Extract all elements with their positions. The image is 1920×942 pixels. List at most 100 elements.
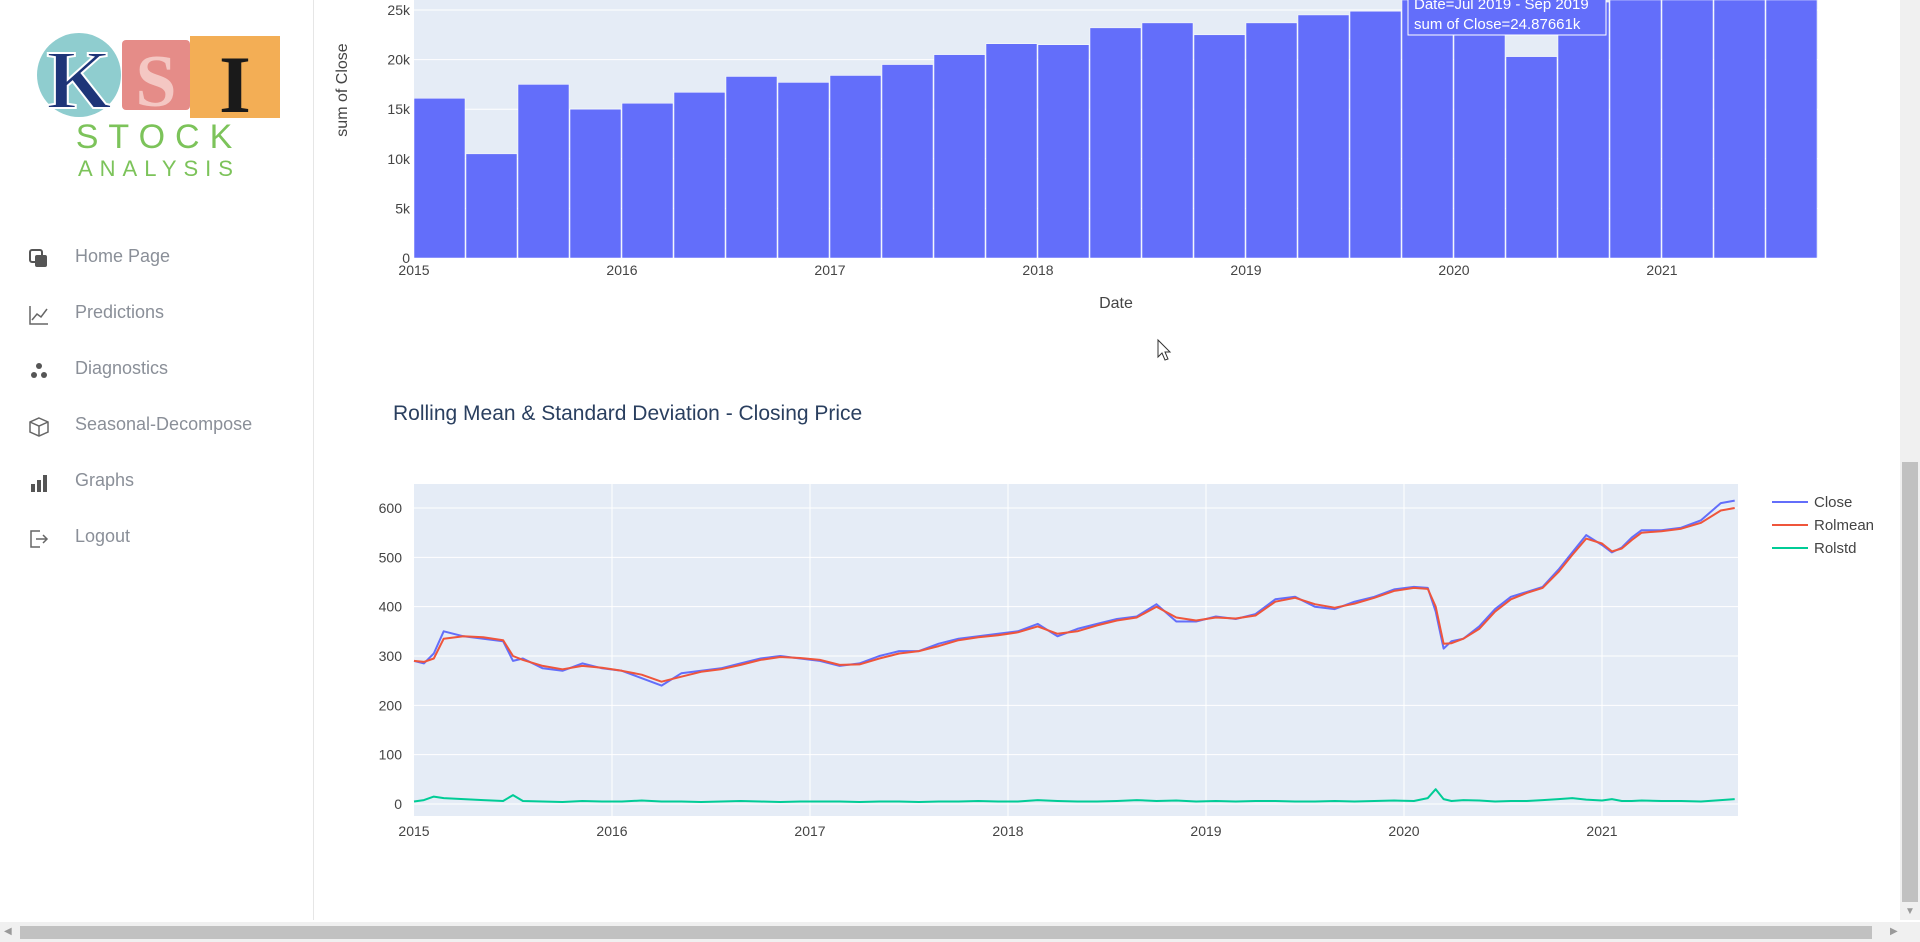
horizontal-scrollbar-thumb[interactable] [20, 926, 1872, 939]
legend-label: Rolmean [1814, 517, 1874, 534]
bar [517, 84, 570, 259]
line-y-tick-label: 200 [379, 697, 403, 713]
sidebar-item-graphs[interactable]: Graphs [0, 458, 313, 502]
legend[interactable]: Close Rolmean Rolstd [1772, 494, 1874, 557]
line-y-tick-label: 600 [379, 500, 403, 516]
sidebar-item-home-page[interactable]: Home Page [0, 234, 313, 278]
logout-icon [30, 530, 49, 548]
diagram-icon [31, 363, 47, 378]
bar [1037, 44, 1090, 259]
bar-chart[interactable]: 05k10k15k20k25k 2015 2016 2017 2018 2019 2020… [334, 0, 1818, 312]
bar [1401, 0, 1454, 259]
line-y-tick-label: 0 [394, 796, 402, 812]
line-y-axis: 0 100 200 300 400 500 600 [379, 500, 403, 812]
bar [1193, 34, 1246, 259]
bar-y-tick-label: 15k [387, 101, 411, 117]
bar [1453, 0, 1506, 259]
vertical-scrollbar-thumb[interactable] [1902, 462, 1918, 902]
bar [1765, 0, 1818, 259]
cube-icon [29, 417, 49, 437]
ksi-logo: K S I STOCK ANALYSIS [37, 33, 280, 181]
sidebar-item-predictions[interactable]: Predictions [0, 290, 313, 334]
bar-y-axis-title: sum of Close [334, 43, 351, 136]
line-y-tick-label: 400 [379, 599, 403, 615]
bar-x-tick-label: 2015 [398, 262, 429, 278]
logo-letter-s: S [135, 41, 176, 123]
sidebar-item-label: Graphs [75, 470, 135, 490]
sidebar: K S I STOCK ANALYSIS Home Page Predictio… [0, 0, 314, 920]
bar [1713, 0, 1766, 259]
bar-y-tick-label: 10k [387, 151, 411, 167]
line-chart-icon [29, 306, 48, 325]
bar [673, 92, 726, 259]
bar-x-tick-label: 2020 [1438, 262, 1469, 278]
line-x-tick-label: 2018 [992, 823, 1023, 839]
line-x-tick-label: 2015 [398, 823, 429, 839]
sidebar-item-diagnostics[interactable]: Diagnostics [0, 346, 313, 390]
bar-y-tick-label: 25k [387, 2, 411, 18]
bar-y-tick-label: 20k [387, 52, 411, 68]
line-plot-area[interactable] [414, 484, 1738, 816]
scroll-left-arrow-icon[interactable]: ◀ [4, 926, 12, 937]
bar [1141, 22, 1194, 259]
line-y-tick-label: 500 [379, 549, 403, 565]
main-content: 0 5k 10k 15k 20k 25k 2015 2016 2017 2018 2019 2020… [314, 0, 1900, 920]
bar-y-axis: 05k10k15k20k25k [387, 2, 411, 266]
bar [1609, 0, 1662, 259]
sidebar-item-label: Diagnostics [75, 358, 169, 378]
bar [1349, 10, 1402, 259]
line-x-tick-label: 2021 [1586, 823, 1617, 839]
sidebar-item-logout[interactable]: Logout [0, 514, 313, 558]
bar [413, 98, 466, 259]
logo-letter-k: K [46, 34, 111, 127]
line-chart[interactable]: Rolling Mean & Standard Deviation - Clos… [379, 402, 1874, 839]
sidebar-item-label: Home Page [75, 246, 171, 266]
bar [1505, 56, 1558, 259]
logo-letter-i: I [219, 39, 251, 130]
bar-y-tick-label: 5k [395, 200, 411, 216]
bar-x-axis: 2015 2016 2017 2018 2019 2020 2021 [398, 262, 1677, 278]
logo-line-analysis: ANALYSIS [78, 156, 240, 181]
line-x-tick-label: 2016 [596, 823, 627, 839]
scroll-right-arrow-icon[interactable]: ▶ [1890, 926, 1898, 937]
bar [465, 153, 518, 259]
sidebar-item-label: Predictions [75, 302, 165, 322]
bar [1089, 27, 1142, 259]
line-chart-title: Rolling Mean & Standard Deviation - Clos… [393, 402, 862, 425]
scroll-down-arrow-icon[interactable]: ▼ [1905, 906, 1915, 917]
bar [1557, 1, 1610, 259]
logo-line-stock: STOCK [76, 118, 243, 156]
tooltip-line-2: sum of Close=24.87661k [1414, 16, 1581, 33]
bar [1297, 14, 1350, 259]
line-x-tick-label: 2020 [1388, 823, 1419, 839]
bar [933, 54, 986, 259]
tooltip-line-1: Date=Jul 2019 - Sep 2019 [1414, 0, 1589, 13]
legend-label: Rolstd [1814, 540, 1857, 557]
line-y-tick-label: 100 [379, 747, 403, 763]
bar-x-tick-label: 2018 [1022, 262, 1053, 278]
hover-tooltip: Date=Jul 2019 - Sep 2019 sum of Close=24… [1407, 0, 1607, 36]
bar [1661, 0, 1714, 259]
bar [829, 75, 882, 259]
bar-chart-icon [31, 475, 47, 492]
bar [985, 43, 1038, 259]
bar [569, 108, 622, 259]
line-x-tick-label: 2019 [1190, 823, 1221, 839]
bar-x-tick-label: 2016 [606, 262, 637, 278]
bar [777, 82, 830, 259]
sidebar-item-seasonal-decompose[interactable]: Seasonal-Decompose [0, 402, 313, 446]
bar-x-tick-label: 2021 [1646, 262, 1677, 278]
bar-x-tick-label: 2017 [814, 262, 845, 278]
bar-x-axis-title: Date [1099, 295, 1133, 312]
charts-canvas: 0 5k 10k 15k 20k 25k 2015 2016 2017 2018 2019 2020… [334, 0, 1874, 839]
copy-icon [29, 249, 47, 267]
sidebar-item-label: Seasonal-Decompose [75, 414, 253, 434]
bar-x-tick-label: 2019 [1230, 262, 1261, 278]
line-y-tick-label: 300 [379, 648, 403, 664]
bar [621, 102, 674, 259]
bar [1245, 22, 1298, 259]
bar [725, 76, 778, 259]
sidebar-item-label: Logout [75, 526, 131, 546]
bar [881, 64, 934, 259]
mouse-cursor-icon [1157, 338, 1172, 361]
